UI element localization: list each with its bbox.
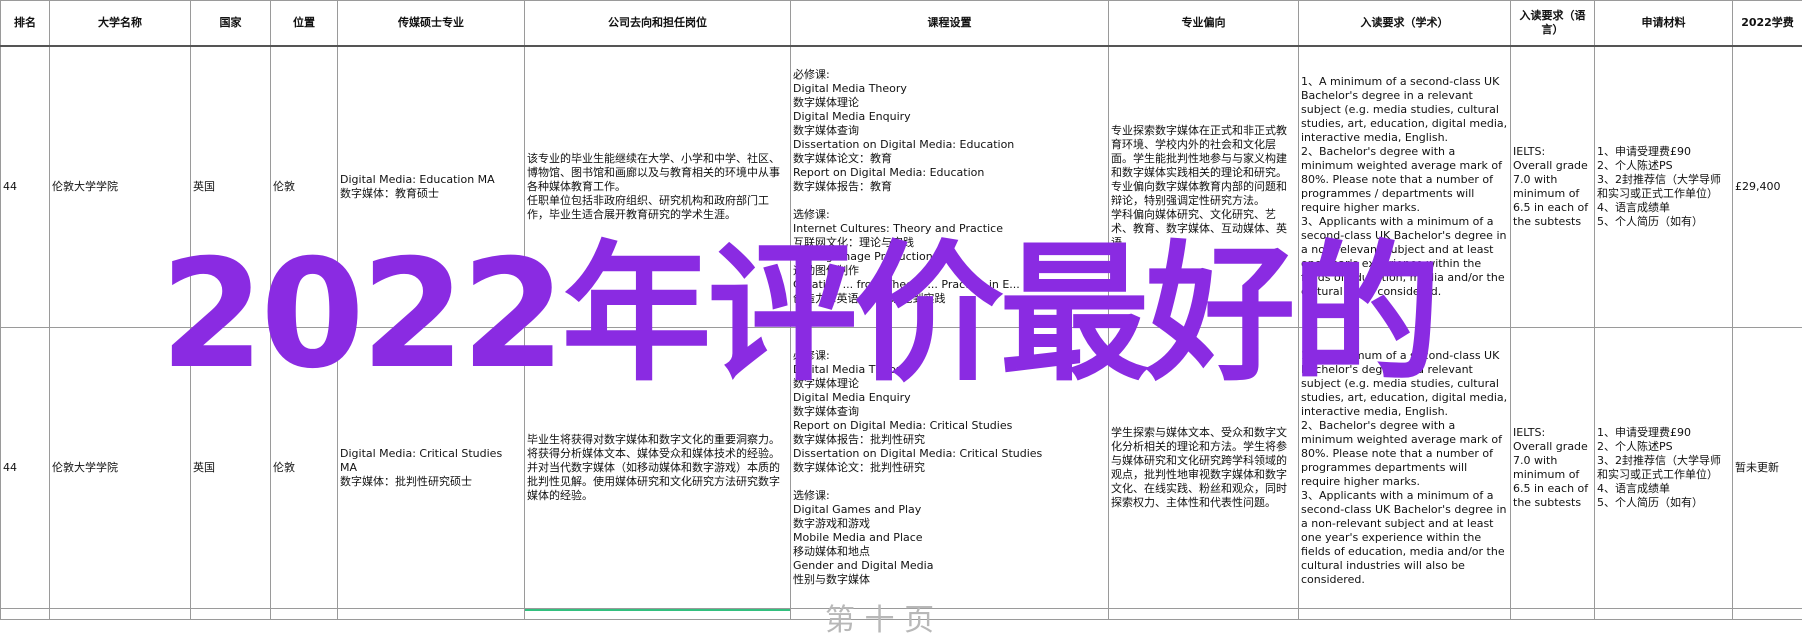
header-cell-location[interactable]: 位置 bbox=[271, 1, 338, 47]
cell-line: 毕业生将获得对数字媒体和数字文化的重要洞察力。将获得分析媒体文本、媒体受众和媒体… bbox=[527, 433, 788, 503]
cell-materials[interactable]: 1、申请受理费£902、个人陈述PS3、2封推荐信（大学导师和实习或正式工作单位… bbox=[1595, 328, 1733, 609]
header-cell-language[interactable]: 入读要求（语言） bbox=[1511, 1, 1595, 47]
header-cell-courses[interactable]: 课程设置 bbox=[791, 1, 1109, 47]
cell-empty[interactable] bbox=[1511, 609, 1595, 620]
cell-line: 1、申请受理费£90 bbox=[1597, 426, 1730, 440]
cell-line: 专业偏向数字媒体教育内部的问题和辩论，特别强调定性研究方法。 bbox=[1111, 180, 1296, 208]
cell-line: Dissertation on Digital Media: Critical … bbox=[793, 447, 1106, 461]
cell-line: 数字游戏和游戏 bbox=[793, 517, 1106, 531]
cell-materials[interactable]: 1、申请受理费£902、个人陈述PS3、2封推荐信（大学导师和实习或正式工作单位… bbox=[1595, 46, 1733, 328]
cell-line: 数字媒体报告：教育 bbox=[793, 180, 1106, 194]
header-cell-academic[interactable]: 入读要求（学术） bbox=[1299, 1, 1511, 47]
cell-line: Mobile Media and Place bbox=[793, 531, 1106, 545]
cell-empty[interactable] bbox=[525, 609, 791, 620]
cell-line: 数字媒体查询 bbox=[793, 405, 1106, 419]
cell-line: Digital Media Enquiry bbox=[793, 110, 1106, 124]
cell-line: 5、个人简历（如有） bbox=[1597, 215, 1730, 229]
cell-line: Overall grade 7.0 with minimum of 6.5 in… bbox=[1513, 440, 1592, 510]
cell-line: 选修课: bbox=[793, 208, 1106, 222]
cell-empty[interactable] bbox=[50, 609, 191, 620]
cell-line: 数字媒体理论 bbox=[793, 96, 1106, 110]
cell-empty[interactable] bbox=[1299, 609, 1511, 620]
cell-line bbox=[793, 194, 1106, 208]
cell-line: Report on Digital Media: Critical Studie… bbox=[793, 419, 1106, 433]
cell-line: 2、个人陈述PS bbox=[1597, 159, 1730, 173]
cell-line: Digital Media: Education MA bbox=[340, 173, 522, 187]
cell-line: 4、语言成绩单 bbox=[1597, 482, 1730, 496]
cell-line: 数字媒体报告：批判性研究 bbox=[793, 433, 1106, 447]
cell-rank[interactable]: 44 bbox=[1, 46, 50, 328]
cell-line: 学生探索与媒体文本、受众和数字文化分析相关的理论和方法。学生将参与媒体研究和文化… bbox=[1111, 426, 1296, 510]
header-cell-rank[interactable]: 排名 bbox=[1, 1, 50, 47]
cell-line: 必修课: bbox=[793, 68, 1106, 82]
cell-line: 4、语言成绩单 bbox=[1597, 201, 1730, 215]
cell-line: 性别与数字媒体 bbox=[793, 573, 1106, 587]
header-cell-country[interactable]: 国家 bbox=[191, 1, 271, 47]
cell-empty[interactable] bbox=[271, 609, 338, 620]
cell-line: Digital Media Theory bbox=[793, 82, 1106, 96]
cell-language[interactable]: IELTS:Overall grade 7.0 with minimum of … bbox=[1511, 328, 1595, 609]
cell-line: Digital Games and Play bbox=[793, 503, 1106, 517]
header-cell-university[interactable]: 大学名称 bbox=[50, 1, 191, 47]
cell-line: Dissertation on Digital Media: Education bbox=[793, 138, 1106, 152]
header-cell-materials[interactable]: 申请材料 bbox=[1595, 1, 1733, 47]
cell-line: 数字媒体：教育硕士 bbox=[340, 187, 522, 201]
cell-line: 2、Bachelor's degree with a minimum weigh… bbox=[1301, 419, 1508, 489]
cell-language[interactable]: IELTS:Overall grade 7.0 with minimum of … bbox=[1511, 46, 1595, 328]
cell-line: Digital Media: Critical Studies MA bbox=[340, 447, 522, 475]
cell-line: 1、申请受理费£90 bbox=[1597, 145, 1730, 159]
cell-line: Overall grade 7.0 with minimum of 6.5 in… bbox=[1513, 159, 1592, 229]
watermark-text: 2022年评价最好的 bbox=[160, 240, 1437, 390]
cell-rank[interactable]: 44 bbox=[1, 328, 50, 609]
cell-fee[interactable]: 暂未更新 bbox=[1733, 328, 1802, 609]
cell-empty[interactable] bbox=[1, 609, 50, 620]
cell-line: 2、个人陈述PS bbox=[1597, 440, 1730, 454]
cell-line: Gender and Digital Media bbox=[793, 559, 1106, 573]
cell-empty[interactable] bbox=[1595, 609, 1733, 620]
cell-empty[interactable] bbox=[1733, 609, 1802, 620]
cell-line: 专业探索数字媒体在正式和非正式教育环境、学校内外的社会和文化层面。学生能批判性地… bbox=[1111, 124, 1296, 180]
cell-empty[interactable] bbox=[1109, 609, 1299, 620]
header-cell-focus[interactable]: 专业偏向 bbox=[1109, 1, 1299, 47]
cell-line: 3、2封推荐信（大学导师和实习或正式工作单位） bbox=[1597, 173, 1730, 201]
cell-line: 1、A minimum of a second-class UK Bachelo… bbox=[1301, 75, 1508, 145]
cell-line bbox=[793, 475, 1106, 489]
cell-line: IELTS: bbox=[1513, 145, 1592, 159]
cell-fee[interactable]: £29,400 bbox=[1733, 46, 1802, 328]
cell-line: 该专业的毕业生能继续在大学、小学和中学、社区、博物馆、图书馆和画廊以及与教育相关… bbox=[527, 152, 788, 194]
header-cell-career[interactable]: 公司去向和担任岗位 bbox=[525, 1, 791, 47]
cell-empty[interactable] bbox=[191, 609, 271, 620]
header-row: 排名 大学名称 国家 位置 传媒硕士专业 公司去向和担任岗位 课程设置 专业偏向… bbox=[1, 1, 1802, 47]
cell-line: 数字媒体论文：教育 bbox=[793, 152, 1106, 166]
cell-line: 2、Bachelor's degree with a minimum weigh… bbox=[1301, 145, 1508, 215]
cell-line: 3、Applicants with a minimum of a second-… bbox=[1301, 489, 1508, 587]
cell-line: 5、个人简历（如有） bbox=[1597, 496, 1730, 510]
header-cell-fee[interactable]: 2022学费 bbox=[1733, 1, 1802, 47]
cell-line: 选修课: bbox=[793, 489, 1106, 503]
page-footer-ghost: 第 十 页 bbox=[825, 595, 934, 639]
cell-line: 3、2封推荐信（大学导师和实习或正式工作单位） bbox=[1597, 454, 1730, 482]
header-cell-major[interactable]: 传媒硕士专业 bbox=[338, 1, 525, 47]
cell-empty[interactable] bbox=[338, 609, 525, 620]
cell-line: Report on Digital Media: Education bbox=[793, 166, 1106, 180]
cell-line: 数字媒体论文：批判性研究 bbox=[793, 461, 1106, 475]
cell-line: 移动媒体和地点 bbox=[793, 545, 1106, 559]
cell-line: 数字媒体查询 bbox=[793, 124, 1106, 138]
cell-line: 数字媒体：批判性研究硕士 bbox=[340, 475, 522, 489]
cell-line: 任职单位包括非政府组织、研究机构和政府部门工作，毕业生适合展开教育研究的学术生涯… bbox=[527, 194, 788, 222]
cell-line: IELTS: bbox=[1513, 426, 1592, 440]
